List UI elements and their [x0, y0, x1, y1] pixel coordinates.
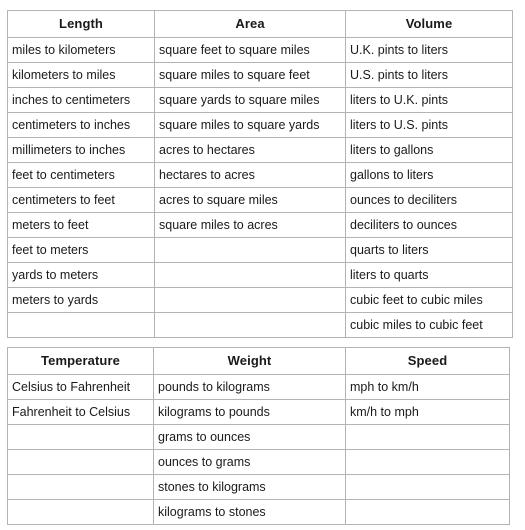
conversion-cell[interactable]: yards to meters — [7, 262, 155, 288]
length-area-volume-table: Length Area Volume miles to kilometers s… — [7, 10, 513, 338]
table-row: centimeters to feet acres to square mile… — [7, 187, 513, 213]
empty-cell — [154, 262, 346, 288]
empty-cell — [154, 237, 346, 263]
conversion-cell[interactable]: Celsius to Fahrenheit — [7, 374, 154, 400]
conversion-cell[interactable]: cubic miles to cubic feet — [345, 312, 513, 338]
empty-cell — [7, 499, 154, 525]
conversion-cell[interactable]: pounds to kilograms — [153, 374, 346, 400]
empty-cell — [345, 449, 510, 475]
conversion-cell[interactable]: feet to meters — [7, 237, 155, 263]
conversion-cell[interactable]: hectares to acres — [154, 162, 346, 188]
table-row: grams to ounces — [7, 424, 510, 450]
conversion-cell[interactable]: cubic feet to cubic miles — [345, 287, 513, 313]
column-header-length: Length — [7, 10, 155, 38]
conversion-cell[interactable]: deciliters to ounces — [345, 212, 513, 238]
table-row: ounces to grams — [7, 449, 510, 475]
table-row: Celsius to Fahrenheit pounds to kilogram… — [7, 374, 510, 400]
column-header-area: Area — [154, 10, 346, 38]
table-row: Fahrenheit to Celsius kilograms to pound… — [7, 399, 510, 425]
empty-cell — [7, 424, 154, 450]
table-row: kilograms to stones — [7, 499, 510, 525]
conversion-cell[interactable]: meters to yards — [7, 287, 155, 313]
conversion-cell[interactable]: inches to centimeters — [7, 87, 155, 113]
conversion-cell[interactable]: gallons to liters — [345, 162, 513, 188]
conversion-cell[interactable]: meters to feet — [7, 212, 155, 238]
conversion-cell[interactable]: kilograms to stones — [153, 499, 346, 525]
conversion-cell[interactable]: Fahrenheit to Celsius — [7, 399, 154, 425]
column-header-weight: Weight — [153, 347, 346, 375]
table-row: feet to centimeters hectares to acres ga… — [7, 162, 513, 188]
table-header-row: Length Area Volume — [7, 10, 513, 38]
conversion-cell[interactable]: liters to quarts — [345, 262, 513, 288]
conversion-cell[interactable]: square miles to acres — [154, 212, 346, 238]
conversion-cell[interactable]: millimeters to inches — [7, 137, 155, 163]
table-row: inches to centimeters square yards to sq… — [7, 87, 513, 113]
conversion-tables-page: Length Area Volume miles to kilometers s… — [0, 0, 525, 530]
conversion-cell[interactable]: square yards to square miles — [154, 87, 346, 113]
empty-cell — [345, 474, 510, 500]
conversion-cell[interactable]: grams to ounces — [153, 424, 346, 450]
table-header-row-group: Temperature Weight Speed — [7, 347, 510, 375]
conversion-cell[interactable]: centimeters to inches — [7, 112, 155, 138]
conversion-cell[interactable]: kilograms to pounds — [153, 399, 346, 425]
temperature-weight-speed-table: Temperature Weight Speed Celsius to Fahr… — [7, 347, 510, 525]
conversion-cell[interactable]: feet to centimeters — [7, 162, 155, 188]
conversion-cell[interactable]: mph to km/h — [345, 374, 510, 400]
conversion-cell[interactable]: miles to kilometers — [7, 37, 155, 63]
table-row: centimeters to inches square miles to sq… — [7, 112, 513, 138]
table-header-row-group: Length Area Volume — [7, 10, 513, 38]
table-body: Celsius to Fahrenheit pounds to kilogram… — [7, 374, 510, 525]
empty-cell — [7, 449, 154, 475]
conversion-cell[interactable]: acres to square miles — [154, 187, 346, 213]
table-row: miles to kilometers square feet to squar… — [7, 37, 513, 63]
conversion-cell[interactable]: quarts to liters — [345, 237, 513, 263]
conversion-cell[interactable]: U.K. pints to liters — [345, 37, 513, 63]
table-body: miles to kilometers square feet to squar… — [7, 37, 513, 338]
empty-cell — [345, 424, 510, 450]
conversion-cell[interactable]: km/h to mph — [345, 399, 510, 425]
table-row: cubic miles to cubic feet — [7, 312, 513, 338]
conversion-cell[interactable]: stones to kilograms — [153, 474, 346, 500]
conversion-cell[interactable]: liters to U.K. pints — [345, 87, 513, 113]
empty-cell — [154, 287, 346, 313]
conversion-cell[interactable]: ounces to grams — [153, 449, 346, 475]
empty-cell — [345, 499, 510, 525]
empty-cell — [7, 474, 154, 500]
conversion-cell[interactable]: square miles to square yards — [154, 112, 346, 138]
column-header-speed: Speed — [345, 347, 510, 375]
table-row: stones to kilograms — [7, 474, 510, 500]
table-header-row: Temperature Weight Speed — [7, 347, 510, 375]
table-row: yards to meters liters to quarts — [7, 262, 513, 288]
empty-cell — [154, 312, 346, 338]
column-header-volume: Volume — [345, 10, 513, 38]
table-row: meters to feet square miles to acres dec… — [7, 212, 513, 238]
empty-cell — [7, 312, 155, 338]
conversion-cell[interactable]: square feet to square miles — [154, 37, 346, 63]
table-row: feet to meters quarts to liters — [7, 237, 513, 263]
conversion-cell[interactable]: acres to hectares — [154, 137, 346, 163]
conversion-cell[interactable]: square miles to square feet — [154, 62, 346, 88]
conversion-cell[interactable]: liters to gallons — [345, 137, 513, 163]
conversion-cell[interactable]: ounces to deciliters — [345, 187, 513, 213]
column-header-temperature: Temperature — [7, 347, 154, 375]
conversion-cell[interactable]: U.S. pints to liters — [345, 62, 513, 88]
conversion-cell[interactable]: centimeters to feet — [7, 187, 155, 213]
table-row: kilometers to miles square miles to squa… — [7, 62, 513, 88]
conversion-cell[interactable]: kilometers to miles — [7, 62, 155, 88]
table-row: meters to yards cubic feet to cubic mile… — [7, 287, 513, 313]
table-row: millimeters to inches acres to hectares … — [7, 137, 513, 163]
conversion-cell[interactable]: liters to U.S. pints — [345, 112, 513, 138]
